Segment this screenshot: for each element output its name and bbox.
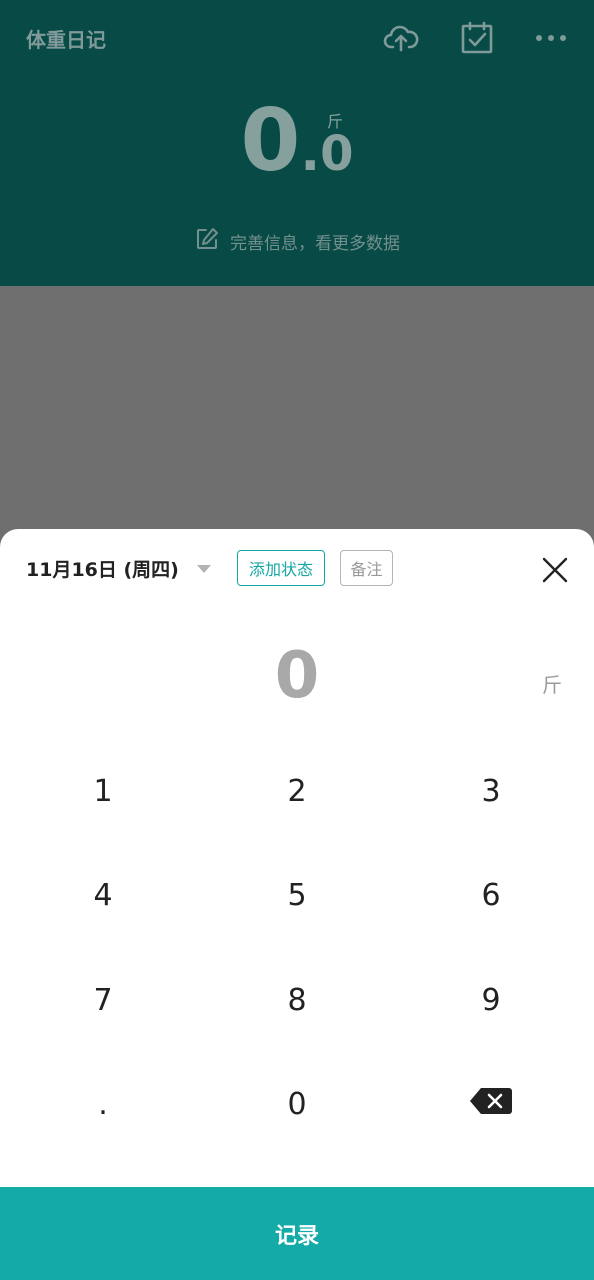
weight-dot: . xyxy=(300,123,321,183)
numeric-keypad: 1 2 3 4 5 6 7 8 9 . 0 xyxy=(0,739,594,1157)
dim-overlay[interactable] xyxy=(0,286,594,546)
key-0[interactable]: 0 xyxy=(206,1053,388,1158)
current-weight: 0.0 xyxy=(0,98,594,184)
caret-down-icon[interactable] xyxy=(197,565,211,573)
entry-value: 0 xyxy=(274,639,320,713)
backspace-icon xyxy=(469,1086,513,1124)
app-header: 体重日记 0.0 斤 完善信息，看更多数据 xyxy=(0,0,594,286)
more-icon[interactable] xyxy=(533,20,569,56)
date-selector[interactable]: 11月16日 (周四) xyxy=(26,555,179,582)
key-3[interactable]: 3 xyxy=(388,739,594,844)
entry-unit: 斤 xyxy=(542,673,562,697)
weight-decimal: 0 xyxy=(320,126,354,182)
key-7[interactable]: 7 xyxy=(0,948,206,1053)
key-9[interactable]: 9 xyxy=(388,948,594,1053)
cloud-upload-icon[interactable] xyxy=(383,20,419,56)
key-2[interactable]: 2 xyxy=(206,739,388,844)
app-title: 体重日记 xyxy=(26,28,106,52)
complete-info-link[interactable]: 完善信息，看更多数据 xyxy=(0,226,594,257)
key-decimal[interactable]: . xyxy=(0,1053,206,1158)
weight-integer: 0 xyxy=(240,91,301,191)
calendar-check-icon[interactable] xyxy=(459,20,495,56)
add-status-button[interactable]: 添加状态 xyxy=(237,550,325,586)
key-8[interactable]: 8 xyxy=(206,948,388,1053)
sheet-toolbar: 11月16日 (周四) 添加状态 备注 xyxy=(0,529,594,607)
key-5[interactable]: 5 xyxy=(206,844,388,949)
record-button[interactable]: 记录 xyxy=(0,1187,594,1280)
weight-unit: 斤 xyxy=(327,112,344,131)
backspace-key[interactable] xyxy=(388,1053,594,1158)
key-4[interactable]: 4 xyxy=(0,844,206,949)
key-6[interactable]: 6 xyxy=(388,844,594,949)
complete-info-text: 完善信息，看更多数据 xyxy=(230,234,400,254)
edit-icon xyxy=(194,226,220,257)
weight-entry-sheet: 11月16日 (周四) 添加状态 备注 0 斤 1 2 3 4 5 6 7 8 … xyxy=(0,529,594,1280)
note-button[interactable]: 备注 xyxy=(340,550,393,586)
key-1[interactable]: 1 xyxy=(0,739,206,844)
close-icon[interactable] xyxy=(538,553,572,587)
